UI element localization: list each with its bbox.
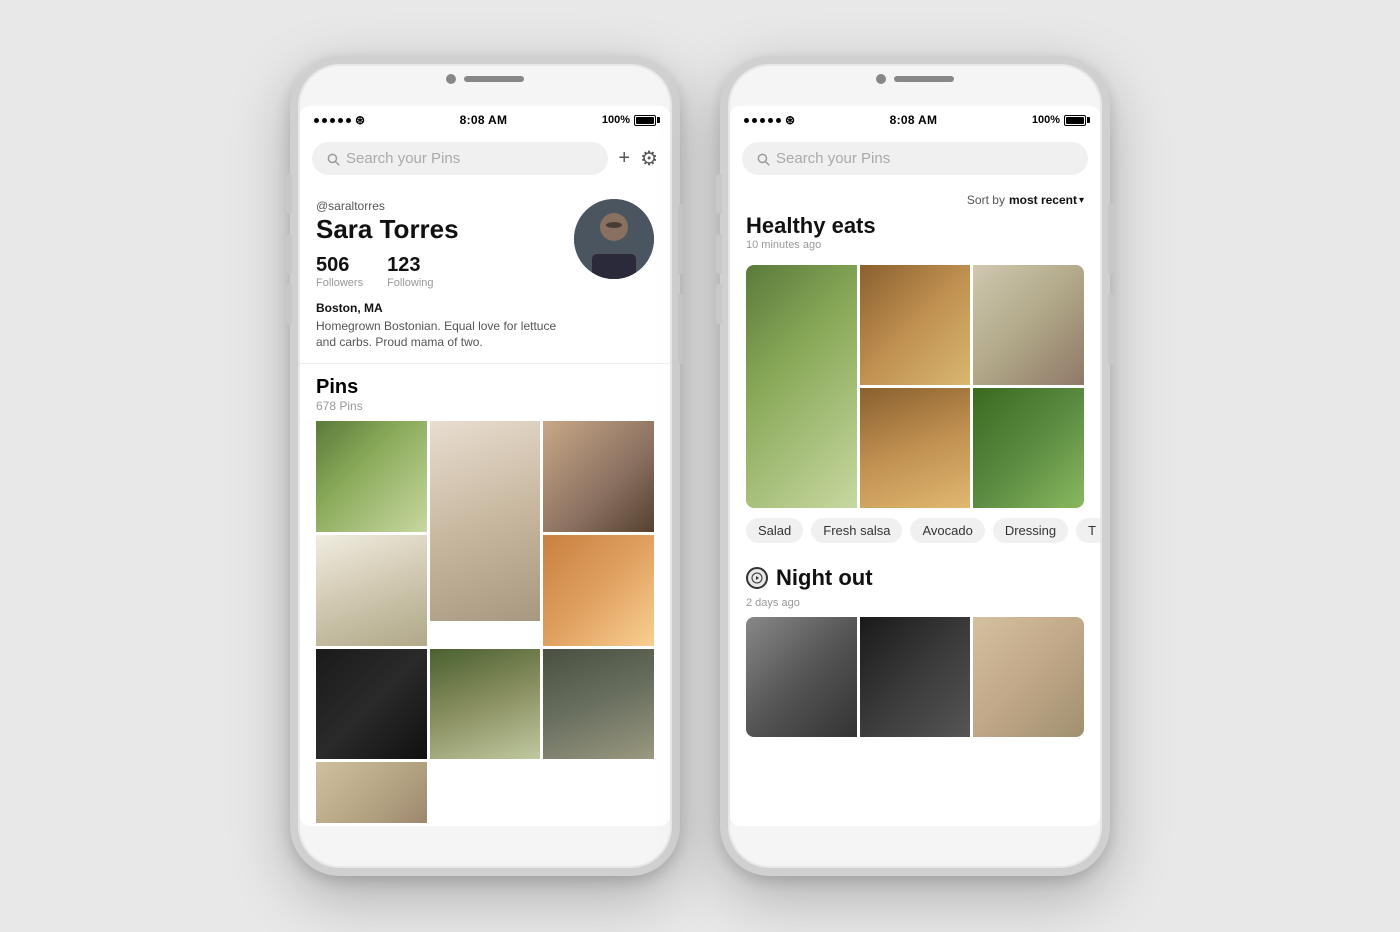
followers-stat: 506 Followers <box>316 254 363 289</box>
status-right-left: 100% <box>602 114 656 126</box>
left-phone: ⊛ 8:08 AM 100% Search your Pins + ⚙ <box>290 56 680 876</box>
wifi-icon-right: ⊛ <box>785 113 795 127</box>
board-time-night: 2 days ago <box>730 597 1100 609</box>
add-button-left[interactable]: + <box>618 147 630 170</box>
battery-percent-left: 100% <box>602 114 630 126</box>
mosaic-tacos-btm[interactable] <box>860 388 971 508</box>
settings-button-left[interactable]: ⚙ <box>640 146 658 171</box>
pins-grid <box>316 421 654 823</box>
pin-cell-2[interactable] <box>430 421 541 621</box>
pin-cell-1[interactable] <box>316 421 427 532</box>
wifi-icon: ⊛ <box>355 113 365 127</box>
right-screen: ⊛ 8:08 AM 100% Search your Pins <box>730 106 1100 826</box>
following-count: 123 <box>387 254 433 277</box>
tag-dressing[interactable]: Dressing <box>993 518 1068 543</box>
sort-row: Sort by most recent ▾ <box>746 193 1084 207</box>
board-mosaic-healthy <box>746 265 1084 508</box>
search-bar-left: Search your Pins + ⚙ <box>300 134 670 183</box>
battery-percent-right: 100% <box>1032 114 1060 126</box>
speaker-bar <box>464 76 524 82</box>
pin-cell-5[interactable] <box>543 535 654 646</box>
pin-cell-3[interactable] <box>543 421 654 532</box>
display-name: Sara Torres <box>316 215 574 244</box>
search-icon-right <box>756 152 770 166</box>
right-phone: ⊛ 8:08 AM 100% Search your Pins <box>720 56 1110 876</box>
bio-text: Homegrown Bostonian. Equal love for lett… <box>316 318 574 352</box>
mosaic-sprouts[interactable] <box>973 388 1084 508</box>
search-input-left[interactable]: Search your Pins <box>312 142 608 175</box>
followers-count: 506 <box>316 254 363 277</box>
board-time-healthy: 10 minutes ago <box>746 239 1084 251</box>
mosaic-main-salad[interactable] <box>746 265 857 508</box>
mosaic-tacos-top[interactable] <box>860 265 971 385</box>
mosaic-bowl-top[interactable] <box>973 265 1084 385</box>
sort-label: Sort by <box>967 193 1005 207</box>
night-legs-cell[interactable] <box>973 617 1084 737</box>
tag-salad[interactable]: Salad <box>746 518 803 543</box>
bio-location: Boston, MA <box>316 301 574 315</box>
signal-dots <box>314 118 351 123</box>
pin-cell-9[interactable] <box>316 762 427 823</box>
right-speaker-bar <box>894 76 954 82</box>
stats-row: 506 Followers 123 Following <box>316 254 574 289</box>
profile-info: @saraltorres Sara Torres 506 Followers 1… <box>316 199 574 363</box>
signal-dots-right <box>744 118 781 123</box>
status-left-right: ⊛ <box>744 113 795 127</box>
board-header-night: Night out <box>730 559 1100 597</box>
pin-cell-7[interactable] <box>430 649 541 760</box>
status-right-right: 100% <box>1032 114 1086 126</box>
left-camera-area <box>446 74 524 84</box>
camera-dot <box>446 74 456 84</box>
tags-row: Salad Fresh salsa Avocado Dressing T <box>730 508 1100 553</box>
status-time-left: 8:08 AM <box>460 113 508 127</box>
pin-cell-8[interactable] <box>543 649 654 760</box>
board-name-healthy: Healthy eats <box>746 213 1084 239</box>
status-time-right: 8:08 AM <box>890 113 938 127</box>
search-placeholder-right: Search your Pins <box>776 150 890 167</box>
board-mosaic-night <box>746 617 1084 737</box>
avatar <box>574 199 654 279</box>
right-camera-dot <box>876 74 886 84</box>
username: @saraltorres <box>316 199 574 213</box>
status-bar-left: ⊛ 8:08 AM 100% <box>300 106 670 134</box>
following-label: Following <box>387 277 433 289</box>
battery-icon-right <box>1064 115 1086 126</box>
profile-header: @saraltorres Sara Torres 506 Followers 1… <box>316 199 654 363</box>
followers-label: Followers <box>316 277 363 289</box>
board-name-night: Night out <box>776 565 873 591</box>
right-screen-content: Sort by most recent ▾ Healthy eats 10 mi… <box>730 183 1100 823</box>
left-screen: ⊛ 8:08 AM 100% Search your Pins + ⚙ <box>300 106 670 826</box>
night-hair-cell[interactable] <box>746 617 857 737</box>
pins-count: 678 Pins <box>316 399 654 413</box>
avatar-image <box>574 199 654 279</box>
pin-cell-4[interactable] <box>316 535 427 646</box>
search-input-right[interactable]: Search your Pins <box>742 142 1088 175</box>
board-icon-night <box>746 567 768 589</box>
profile-section: @saraltorres Sara Torres 506 Followers 1… <box>300 183 670 364</box>
tag-fresh-salsa[interactable]: Fresh salsa <box>811 518 902 543</box>
board-header-healthy: Sort by most recent ▾ Healthy eats 10 mi… <box>730 183 1100 265</box>
tag-t[interactable]: T <box>1076 518 1100 543</box>
search-placeholder-left: Search your Pins <box>346 150 460 167</box>
night-leather-cell[interactable] <box>860 617 971 737</box>
following-stat: 123 Following <box>387 254 433 289</box>
search-icon-left <box>326 152 340 166</box>
right-camera-area <box>876 74 954 84</box>
status-left: ⊛ <box>314 113 365 127</box>
sort-value[interactable]: most recent <box>1009 193 1077 207</box>
profile-bio: Boston, MA Homegrown Bostonian. Equal lo… <box>316 301 574 352</box>
pins-section: Pins 678 Pins <box>300 364 670 823</box>
pin-cell-6[interactable] <box>316 649 427 760</box>
board-section-night: Night out 2 days ago <box>730 553 1100 737</box>
battery-icon-left <box>634 115 656 126</box>
sort-chevron-icon[interactable]: ▾ <box>1079 195 1084 206</box>
status-bar-right: ⊛ 8:08 AM 100% <box>730 106 1100 134</box>
left-screen-content: @saraltorres Sara Torres 506 Followers 1… <box>300 183 670 823</box>
tag-avocado[interactable]: Avocado <box>910 518 984 543</box>
pins-heading: Pins <box>316 376 654 399</box>
search-bar-right: Search your Pins <box>730 134 1100 183</box>
